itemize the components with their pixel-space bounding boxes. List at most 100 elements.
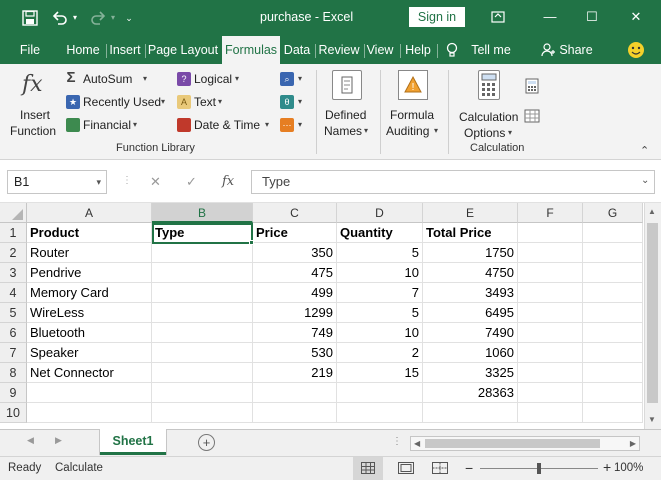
cell-a6[interactable]: Bluetooth [27, 323, 152, 343]
cell-b6[interactable] [152, 323, 253, 343]
cell-d1[interactable]: Quantity [337, 223, 423, 243]
scroll-right-icon[interactable]: ▶ [630, 439, 636, 448]
financial-button[interactable]: Financial ▾ [64, 116, 144, 134]
cell-g10[interactable] [583, 403, 643, 423]
date-time-button[interactable]: Date & Time ▾ [175, 116, 275, 134]
cell-a5[interactable]: WireLess [27, 303, 152, 323]
scroll-up-icon[interactable]: ▲ [648, 207, 656, 216]
ribbon-display-options-icon[interactable] [488, 8, 508, 26]
row-header-9[interactable]: 9 [0, 383, 27, 403]
tab-review[interactable]: Review [316, 36, 362, 64]
cell-b10[interactable] [152, 403, 253, 423]
cell-d9[interactable] [337, 383, 423, 403]
cell-f4[interactable] [518, 283, 583, 303]
cell-c9[interactable] [253, 383, 337, 403]
formula-input[interactable]: Type [251, 170, 655, 194]
formula-bar-options-icon[interactable]: ⋮ [122, 175, 132, 186]
cell-a8[interactable]: Net Connector [27, 363, 152, 383]
column-header-c[interactable]: C [253, 203, 337, 223]
recently-used-button[interactable]: ★ Recently Used ▾ [64, 93, 168, 111]
cell-c6[interactable]: 749 [253, 323, 337, 343]
tab-splitter-icon[interactable]: ⋮ [392, 436, 402, 447]
select-all-corner[interactable] [0, 203, 27, 223]
cell-d10[interactable] [337, 403, 423, 423]
cell-d6[interactable]: 10 [337, 323, 423, 343]
cell-c3[interactable]: 475 [253, 263, 337, 283]
confirm-entry-button[interactable]: ✓ [186, 174, 197, 190]
cell-e7[interactable]: 1060 [423, 343, 518, 363]
cell-a9[interactable] [27, 383, 152, 403]
lookup-reference-button[interactable]: ⌕ ▾ [280, 70, 308, 88]
vertical-scrollbar[interactable]: ▲ ▼ [644, 203, 661, 429]
cell-f1[interactable] [518, 223, 583, 243]
normal-view-button[interactable] [353, 457, 383, 480]
insert-function-button[interactable]: fx Insert Function [8, 70, 62, 140]
cell-a4[interactable]: Memory Card [27, 283, 152, 303]
minimize-button[interactable]: — [540, 8, 560, 26]
tab-home[interactable]: Home [62, 36, 104, 64]
cell-a10[interactable] [27, 403, 152, 423]
cell-g9[interactable] [583, 383, 643, 403]
cell-e4[interactable]: 3493 [423, 283, 518, 303]
calculation-options-button[interactable]: Calculation Options ▾ [456, 68, 522, 140]
horizontal-scroll-thumb[interactable] [425, 439, 600, 448]
insert-function-fx-button[interactable]: fx [222, 174, 234, 189]
cell-b3[interactable] [152, 263, 253, 283]
cell-c2[interactable]: 350 [253, 243, 337, 263]
zoom-out-button[interactable]: − [465, 460, 473, 476]
cell-e3[interactable]: 4750 [423, 263, 518, 283]
cell-d4[interactable]: 7 [337, 283, 423, 303]
text-button[interactable]: A Text ▾ [175, 93, 235, 111]
cell-b9[interactable] [152, 383, 253, 403]
column-header-a[interactable]: A [27, 203, 152, 223]
cell-g1[interactable] [583, 223, 643, 243]
cell-b4[interactable] [152, 283, 253, 303]
customize-toolbar-icon[interactable]: ⌄ [122, 8, 136, 28]
cell-c10[interactable] [253, 403, 337, 423]
close-button[interactable]: ✕ [626, 8, 646, 26]
page-break-view-icon[interactable] [432, 462, 448, 477]
cell-f2[interactable] [518, 243, 583, 263]
cell-d3[interactable]: 10 [337, 263, 423, 283]
horizontal-scrollbar[interactable]: ◀ ▶ [410, 436, 640, 451]
zoom-slider-thumb[interactable] [537, 463, 541, 474]
redo-dropdown-icon[interactable]: ▾ [108, 8, 118, 28]
cell-a2[interactable]: Router [27, 243, 152, 263]
cell-f7[interactable] [518, 343, 583, 363]
zoom-slider[interactable] [480, 463, 598, 474]
cell-d7[interactable]: 2 [337, 343, 423, 363]
row-header-8[interactable]: 8 [0, 363, 27, 383]
tab-page-layout[interactable]: Page Layout [146, 36, 220, 64]
cell-b8[interactable] [152, 363, 253, 383]
cell-e9[interactable]: 28363 [423, 383, 518, 403]
scroll-down-icon[interactable]: ▼ [648, 415, 656, 424]
row-header-4[interactable]: 4 [0, 283, 27, 303]
zoom-level[interactable]: 100% [614, 462, 643, 474]
cell-e8[interactable]: 3325 [423, 363, 518, 383]
restore-button[interactable]: ☐ [582, 8, 602, 26]
cell-f6[interactable] [518, 323, 583, 343]
column-header-f[interactable]: F [518, 203, 583, 223]
cell-e5[interactable]: 6495 [423, 303, 518, 323]
cell-a3[interactable]: Pendrive [27, 263, 152, 283]
cancel-entry-button[interactable]: ✕ [150, 174, 161, 190]
tab-view[interactable]: View [365, 36, 395, 64]
column-header-b[interactable]: B [152, 203, 253, 223]
share-button[interactable]: Share [558, 36, 594, 64]
cell-g8[interactable] [583, 363, 643, 383]
cell-g3[interactable] [583, 263, 643, 283]
cell-b2[interactable] [152, 243, 253, 263]
prev-sheet-icon[interactable]: ◀ [27, 435, 34, 446]
cell-f5[interactable] [518, 303, 583, 323]
column-header-e[interactable]: E [423, 203, 518, 223]
next-sheet-icon[interactable]: ▶ [55, 435, 62, 446]
tab-help[interactable]: Help [402, 36, 434, 64]
tab-formulas[interactable]: Formulas [222, 36, 280, 64]
lightbulb-icon[interactable] [444, 36, 460, 64]
cell-f3[interactable] [518, 263, 583, 283]
row-header-7[interactable]: 7 [0, 343, 27, 363]
autosum-button[interactable]: Σ AutoSum ▾ [64, 70, 156, 88]
row-header-5[interactable]: 5 [0, 303, 27, 323]
cell-f10[interactable] [518, 403, 583, 423]
more-functions-button[interactable]: ⋯ ▾ [280, 116, 308, 134]
